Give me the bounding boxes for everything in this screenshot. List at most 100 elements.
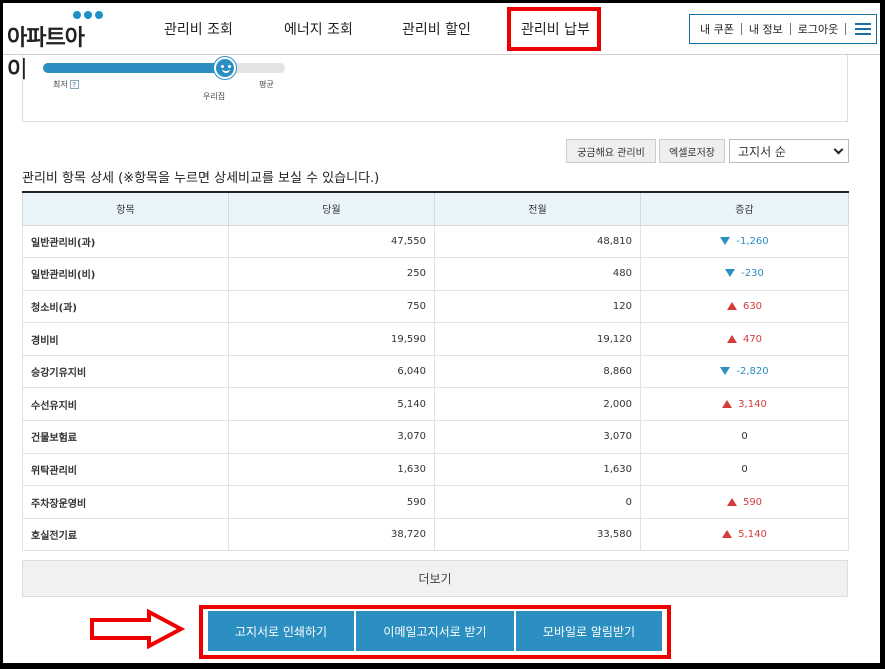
column-header: 전월	[434, 192, 641, 226]
cell-previous: 480	[434, 257, 641, 291]
table-row[interactable]: 주차장운영비 590 0 590	[22, 485, 849, 519]
nav-bill-payment[interactable]: 관리비 납부	[521, 19, 590, 39]
cell-previous: 0	[434, 485, 641, 519]
cell-item[interactable]: 일반관리비(과)	[22, 224, 229, 259]
cell-item[interactable]: 호실전기료	[22, 517, 229, 552]
right-arrow-icon	[90, 609, 185, 649]
cell-item[interactable]: 일반관리비(비)	[22, 257, 229, 291]
increase-icon	[726, 301, 737, 310]
gauge-avg-label: 평균	[259, 80, 274, 89]
cell-item[interactable]: 주차장운영비	[22, 485, 229, 519]
section-title: 관리비 항목 상세 (※항목을 누르면 상세비교를 보실 수 있습니다.)	[22, 171, 380, 186]
cell-current: 6,040	[228, 354, 435, 389]
gauge-min-text: 최저	[53, 80, 68, 89]
change-value: -230	[741, 268, 764, 280]
cell-item[interactable]: 청소비(과)	[22, 289, 229, 324]
increase-icon	[722, 399, 733, 408]
change-value: 630	[742, 300, 763, 312]
comparison-gauge	[43, 63, 285, 73]
coupon-link[interactable]: 내 쿠폰	[700, 21, 734, 37]
my-info-link[interactable]: 내 정보	[749, 21, 783, 37]
chevron-down-icon	[833, 144, 844, 155]
decrease-icon	[720, 367, 731, 376]
cell-item[interactable]: 수선유지비	[22, 387, 229, 422]
email-bill-button[interactable]: 이메일고지서로 받기	[356, 611, 514, 651]
increase-icon	[726, 334, 737, 343]
print-bill-button[interactable]: 고지서로 인쇄하기	[208, 611, 354, 651]
table-header-row: 항목 당월 전월 증감	[22, 192, 849, 226]
cell-change: 470	[640, 322, 849, 356]
cell-change: 0	[640, 452, 849, 487]
change-value: 0	[741, 463, 748, 475]
gauge-fill	[43, 63, 225, 73]
change-value: 3,140	[738, 398, 767, 410]
table-row[interactable]: 일반관리비(비) 250 480 -230	[22, 257, 849, 291]
menu-icon[interactable]	[855, 23, 872, 35]
divider	[845, 23, 847, 35]
sort-select-value: 고지서 순	[738, 144, 786, 159]
sort-select[interactable]: 고지서 순	[729, 139, 849, 163]
gauge-ours-label: 우리집	[203, 92, 226, 101]
divider	[789, 23, 791, 35]
excel-save-button[interactable]: 엑셀로저장	[659, 139, 725, 163]
cell-previous: 8,860	[434, 354, 641, 389]
logo[interactable]: 아파트아이	[7, 11, 103, 83]
decrease-icon	[720, 236, 731, 245]
mobile-alert-button[interactable]: 모바일로 알림받기	[516, 611, 662, 651]
nav-energy-inquiry[interactable]: 에너지 조회	[284, 19, 353, 39]
table-row[interactable]: 수선유지비 5,140 2,000 3,140	[22, 387, 849, 422]
cell-change: 0	[640, 420, 849, 454]
fee-detail-table: 항목 당월 전월 증감 일반관리비(과) 47,550 48,810 -1,260 일반…	[22, 191, 849, 552]
cell-current: 750	[228, 289, 435, 324]
nav-bill-inquiry[interactable]: 관리비 조회	[164, 19, 233, 39]
gauge-min-label: 최저?	[53, 79, 79, 90]
table-row[interactable]: 일반관리비(과) 47,550 48,810 -1,260	[22, 224, 849, 259]
table-row[interactable]: 호실전기료 38,720 33,580 5,140	[22, 517, 849, 552]
cell-previous: 48,810	[434, 224, 641, 259]
change-value: -2,820	[736, 366, 769, 378]
cell-change: 630	[640, 289, 849, 324]
cell-current: 19,590	[228, 322, 435, 356]
header: 아파트아이 관리비 조회 에너지 조회 관리비 할인 관리비 납부 내 쿠폰 내…	[3, 3, 880, 83]
cell-previous: 33,580	[434, 517, 641, 552]
change-value: 5,140	[738, 529, 767, 541]
cell-previous: 120	[434, 289, 641, 324]
table-row[interactable]: 위탁관리비 1,630 1,630 0	[22, 452, 849, 487]
cell-change: 3,140	[640, 387, 849, 422]
change-value: 0	[741, 431, 748, 443]
cell-item[interactable]: 건물보험료	[22, 420, 229, 454]
cell-change: -230	[640, 257, 849, 291]
cell-current: 38,720	[228, 517, 435, 552]
cell-change: 590	[640, 485, 849, 519]
util-menu: 내 쿠폰 내 정보 로그아웃	[689, 14, 877, 44]
cell-current: 1,630	[228, 452, 435, 487]
cell-change: 5,140	[640, 517, 849, 552]
change-value: -1,260	[736, 235, 769, 247]
curious-bill-button[interactable]: 궁금해요 관리비	[566, 139, 656, 163]
cell-current: 3,070	[228, 420, 435, 454]
table-row[interactable]: 승강기유지비 6,040 8,860 -2,820	[22, 354, 849, 389]
column-header: 증감	[640, 192, 849, 226]
table-row[interactable]: 청소비(과) 750 120 630	[22, 289, 849, 324]
table-row[interactable]: 경비비 19,590 19,120 470	[22, 322, 849, 356]
cell-current: 590	[228, 485, 435, 519]
cell-previous: 1,630	[434, 452, 641, 487]
help-icon[interactable]: ?	[69, 80, 79, 89]
table-row[interactable]: 건물보험료 3,070 3,070 0	[22, 420, 849, 454]
cell-current: 250	[228, 257, 435, 291]
logout-link[interactable]: 로그아웃	[798, 21, 838, 37]
increase-icon	[722, 530, 733, 539]
cell-change: -1,260	[640, 224, 849, 259]
increase-icon	[726, 497, 737, 506]
cell-item[interactable]: 승강기유지비	[22, 354, 229, 389]
cell-previous: 19,120	[434, 322, 641, 356]
more-button[interactable]: 더보기	[22, 560, 848, 597]
cell-item[interactable]: 위탁관리비	[22, 452, 229, 487]
nav-bill-discount[interactable]: 관리비 할인	[402, 19, 471, 39]
smiley-icon	[213, 57, 236, 79]
divider	[740, 23, 742, 35]
cell-current: 5,140	[228, 387, 435, 422]
cell-change: -2,820	[640, 354, 849, 389]
comparison-panel: 최저? 우리집 평균	[22, 55, 848, 122]
cell-item[interactable]: 경비비	[22, 322, 229, 356]
